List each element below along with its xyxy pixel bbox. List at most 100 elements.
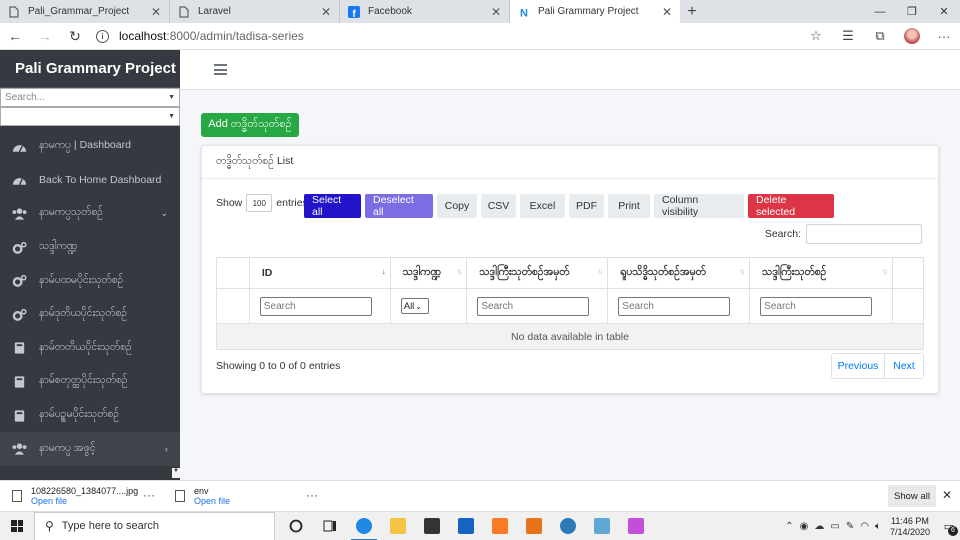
brand-title[interactable]: Pali Grammary Project (0, 50, 180, 88)
pdf-button[interactable]: PDF (569, 194, 604, 218)
series-table: ID ↓ သဒ္ဒါကဏ္ဍ ↑↓ သဒ္ဒါကြီးသုတ်စဉ်အမှတ် ↑↓ … (216, 257, 924, 350)
column-header-grammar-series[interactable]: သဒ္ဒါကြီးသုတ်စဉ် ↑↓ (749, 257, 894, 289)
profile-avatar-icon[interactable] (904, 28, 920, 44)
new-tab-button[interactable]: + (680, 0, 704, 23)
notepad-icon[interactable] (585, 512, 619, 540)
select-all-button[interactable]: Select all (304, 194, 361, 218)
sidebar-item-namakappa-explanation[interactable]: နာမကပ္ပ အဖွင့် ‹ (0, 432, 180, 466)
grammar-section-filter-select[interactable]: All ⌄ (400, 298, 429, 314)
sidebar-search-select[interactable]: Search... ▼ (0, 88, 180, 107)
sidebar-item-home-dashboard[interactable]: Back To Home Dashboard (0, 164, 180, 198)
sidebar-select-empty[interactable]: ▼ (0, 107, 180, 126)
column-header-id[interactable]: ID ↓ (248, 257, 391, 289)
close-tab-icon[interactable]: ✕ (321, 5, 331, 19)
url-field[interactable]: i localhost :8000/admin/tadisa-series (90, 29, 800, 43)
start-button[interactable] (0, 520, 34, 532)
rupasiddhi-number-filter-input[interactable]: Search (618, 296, 731, 316)
network-app-icon[interactable] (551, 512, 585, 540)
more-options-icon[interactable]: ··· (306, 488, 318, 502)
tab-label: Pali_Grammar_Project (28, 6, 130, 17)
volume-icon[interactable]: 🔈︎ (875, 521, 881, 532)
close-icon[interactable]: ✕ (942, 488, 952, 502)
sidebar-scrollbar[interactable]: ▼ (172, 50, 180, 480)
back-arrow-icon[interactable]: ← (0, 28, 30, 44)
book-icon (14, 342, 25, 354)
store-icon[interactable] (415, 512, 449, 540)
close-tab-icon[interactable]: ✕ (662, 5, 672, 19)
app-tray-icon[interactable]: ◉ (800, 521, 809, 532)
grammar-series-number-filter-input[interactable]: Search (477, 296, 590, 316)
column-header-grammar-section[interactable]: သဒ္ဒါကဏ္ဍ ↑↓ (389, 257, 468, 289)
deselect-all-button[interactable]: Deselect all (365, 194, 433, 218)
browser-tab[interactable]: Laravel ✕ (170, 0, 340, 23)
download-filename: 108226580_1384077....jpg (31, 486, 139, 496)
download-item[interactable]: env Open file ··· (163, 486, 326, 506)
sidebar-item-noun-part-5[interactable]: နာမ်ပဥ္စမပိုင်းသုတ်စဉ် (0, 399, 180, 433)
pen-icon[interactable]: ✎ (846, 521, 854, 532)
edge-browser-icon[interactable] (347, 512, 381, 540)
close-tab-icon[interactable]: ✕ (151, 5, 161, 19)
file-explorer-icon[interactable] (381, 512, 415, 540)
task-view-icon[interactable] (313, 512, 347, 540)
wifi-icon[interactable]: ◠ (860, 521, 869, 532)
chevron-up-icon[interactable]: ⌃ (785, 521, 793, 532)
entries-length-select[interactable]: 100 (246, 194, 273, 212)
collections-icon[interactable]: ⧉ (864, 28, 896, 44)
cloud-icon[interactable]: ☁ (814, 521, 824, 532)
sidebar-item-noun-part-3[interactable]: နာမ်တတိယပိုင်းသုတ်စဉ် (0, 332, 180, 366)
hamburger-menu-icon[interactable] (214, 64, 227, 75)
sidebar-item-noun-part-2[interactable]: နာမ်ဒုတိယပိုင်းသုတ်စဉ် (0, 298, 180, 332)
sidebar-item-namakappa-series[interactable]: နာမကပ္ပသုတ်စဉ် ⌄ (0, 197, 180, 231)
restore-icon[interactable]: ❐ (896, 0, 928, 23)
grammar-series-filter-input[interactable]: Search (760, 296, 873, 316)
favorites-list-icon[interactable]: ☰ (832, 28, 864, 44)
mail-icon[interactable] (449, 512, 483, 540)
sublime-text-icon[interactable] (517, 512, 551, 540)
minimize-icon[interactable]: — (864, 0, 896, 23)
sidebar-item-grammar-section[interactable]: သဒ္ဒါကဏ္ဍ (0, 231, 180, 265)
favorite-star-icon[interactable]: ☆ (800, 28, 832, 44)
browser-tab-active[interactable]: N Pali Grammary Project ✕ (510, 0, 680, 23)
download-item[interactable]: 108226580_1384077....jpg Open file ··· (0, 486, 163, 506)
browser-tab-bar: Pali_Grammar_Project ✕ Laravel ✕ f Faceb… (0, 0, 960, 23)
excel-button[interactable]: Excel (520, 194, 565, 218)
xampp-icon[interactable] (483, 512, 517, 540)
reload-icon[interactable]: ↻ (60, 28, 90, 45)
csv-button[interactable]: CSV (481, 194, 516, 218)
system-clock[interactable]: 11:46 PM 7/14/2020 (890, 516, 930, 538)
sidebar-item-noun-part-4[interactable]: နာမ်စတုတ္ထပိုင်းသုတ်စဉ် (0, 365, 180, 399)
next-page-button[interactable]: Next (885, 354, 923, 378)
column-visibility-button[interactable]: Column visibility (654, 194, 744, 218)
sidebar-item-noun-part-1[interactable]: နာမ်ပထမပိုင်းသုတ်စဉ် (0, 264, 180, 298)
delete-selected-button[interactable]: Delete selected (748, 194, 834, 218)
show-label: Show (216, 197, 243, 209)
previous-page-button[interactable]: Previous (832, 354, 885, 378)
site-info-icon[interactable]: i (96, 29, 109, 43)
open-file-link[interactable]: Open file (31, 496, 138, 506)
notification-center-icon[interactable]: ▭6 (938, 520, 960, 536)
taskbar-search[interactable]: ⚲ Type here to search (34, 511, 275, 540)
more-options-icon[interactable]: ··· (143, 488, 155, 502)
id-filter-input[interactable]: Search (259, 296, 372, 316)
sidebar: Pali Grammary Project Search... ▼ ▼ နာမက… (0, 50, 180, 480)
sidebar-item-dashboard[interactable]: နာမကပ္ပ | Dashboard (0, 130, 180, 164)
cortana-icon[interactable] (279, 512, 313, 540)
close-window-icon[interactable]: ✕ (928, 0, 960, 23)
battery-icon[interactable]: ▭ (830, 521, 839, 532)
scroll-down-icon[interactable]: ▼ (172, 468, 180, 478)
close-tab-icon[interactable]: ✕ (491, 5, 501, 19)
copy-button[interactable]: Copy (437, 194, 477, 218)
browser-tab[interactable]: Pali_Grammar_Project ✕ (0, 0, 170, 23)
more-menu-icon[interactable]: ··· (928, 29, 960, 44)
browser-tab[interactable]: f Facebook ✕ (340, 0, 510, 23)
forward-arrow-icon[interactable]: → (30, 28, 60, 44)
add-series-button[interactable]: Add တဒ္ဓိတ်သုတ်စဉ် (201, 113, 299, 137)
print-button[interactable]: Print (608, 194, 650, 218)
paint-app-icon[interactable] (619, 512, 653, 540)
file-icon (12, 490, 22, 502)
column-header-grammar-series-number[interactable]: သဒ္ဒါကြီးသုတ်စဉ်အမှတ် ↑↓ (466, 257, 609, 289)
open-file-link[interactable]: Open file (194, 496, 230, 506)
show-all-downloads-button[interactable]: Show all (888, 485, 936, 507)
search-input[interactable] (806, 224, 922, 244)
column-header-rupasiddhi-number[interactable]: ရူပသိဒ္ဓိသုတ်စဉ်အမှတ် ↑↓ (607, 257, 751, 289)
